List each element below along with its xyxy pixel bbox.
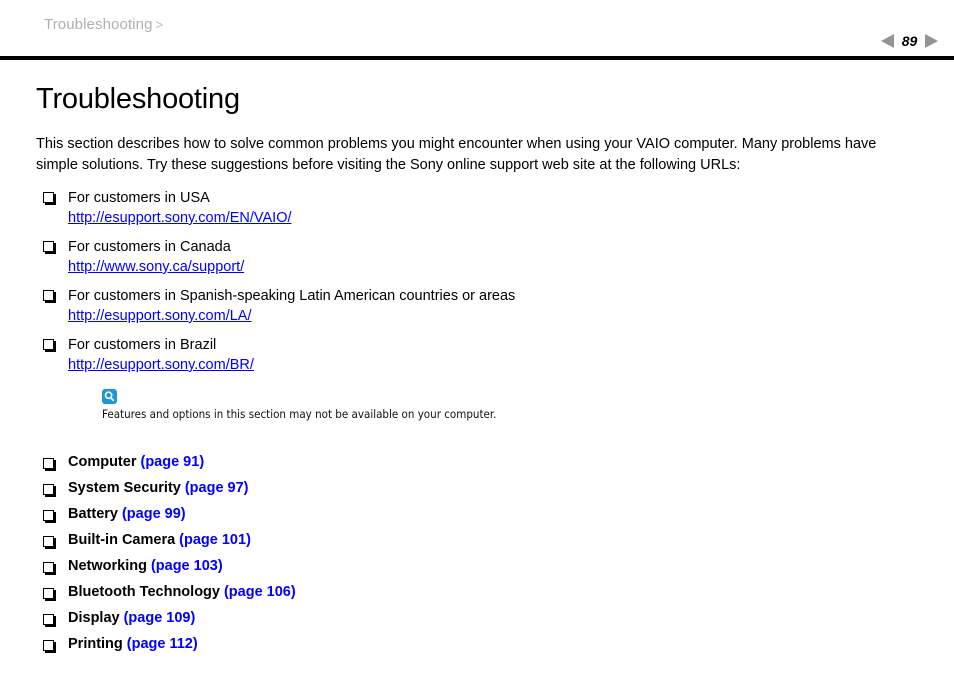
hollow-square-bullet-icon (43, 240, 54, 252)
hollow-square-bullet-icon (43, 483, 54, 495)
troubleshooting-topics-list: Computer (page 91) System Security (page 9… (36, 453, 926, 654)
topic-label: Battery (68, 505, 118, 522)
page-navigation: 89 (881, 33, 938, 49)
support-region-label: For customers in Brazil (68, 336, 217, 353)
list-item: System Security (page 97) (36, 479, 926, 498)
topic-page-link[interactable]: (page 109) (124, 610, 196, 626)
hollow-square-bullet-icon (43, 191, 54, 203)
hollow-square-bullet-icon (43, 587, 54, 599)
topic-page-link[interactable]: (page 106) (224, 584, 296, 600)
support-region-label: For customers in Canada (68, 238, 231, 255)
support-region-label: For customers in Spanish-speaking Latin … (68, 287, 516, 304)
topic-label: Bluetooth Technology (68, 583, 220, 600)
page-title: Troubleshooting (36, 83, 240, 115)
list-item: Display (page 109) (36, 609, 926, 628)
hollow-square-bullet-icon (43, 613, 54, 625)
list-item: Built-in Camera (page 101) (36, 531, 926, 550)
hollow-square-bullet-icon (43, 561, 54, 573)
magnifier-note-icon (102, 388, 117, 404)
intro-paragraph: This section describes how to solve comm… (36, 135, 877, 173)
hollow-square-bullet-icon (43, 338, 54, 350)
list-item: Networking (page 103) (36, 557, 926, 576)
hollow-square-bullet-icon (43, 289, 54, 301)
note-text: Features and options in this section may… (102, 406, 497, 421)
topic-label: Built-in Camera (68, 531, 176, 548)
list-item: For customers in USA http://esupport.son… (36, 188, 926, 228)
topic-label: Display (68, 609, 120, 626)
topic-label: Printing (68, 635, 123, 652)
triangle-left-icon[interactable] (881, 34, 894, 48)
breadcrumb-label[interactable]: Troubleshooting (44, 16, 153, 33)
topic-label: Computer (68, 453, 137, 470)
topic-page-link[interactable]: (page 103) (151, 558, 223, 574)
breadcrumb-separator: > (155, 17, 164, 32)
list-item: Bluetooth Technology (page 106) (36, 583, 926, 602)
topic-label: Networking (68, 557, 147, 574)
topic-page-link[interactable]: (page 97) (185, 480, 249, 496)
page-number: 89 (901, 33, 918, 49)
list-item: For customers in Brazil http://esupport.… (36, 335, 926, 375)
topic-page-link[interactable]: (page 91) (140, 454, 204, 470)
list-item: Printing (page 112) (36, 635, 926, 654)
topic-page-link[interactable]: (page 101) (179, 532, 251, 548)
breadcrumb: Troubleshooting > (44, 16, 163, 33)
hollow-square-bullet-icon (43, 535, 54, 547)
list-item: For customers in Spanish-speaking Latin … (36, 286, 926, 326)
page-content: Troubleshooting This section describes h… (36, 83, 926, 661)
support-url-link[interactable]: http://esupport.sony.com/EN/VAIO/ (68, 208, 292, 228)
note-block: Features and options in this section may… (36, 388, 926, 423)
hollow-square-bullet-icon (43, 457, 54, 469)
triangle-right-icon[interactable] (925, 34, 938, 48)
page-header: Troubleshooting > 89 (0, 0, 954, 60)
list-item: Computer (page 91) (36, 453, 926, 472)
support-url-link[interactable]: http://esupport.sony.com/BR/ (68, 355, 254, 375)
support-links-list: For customers in USA http://esupport.son… (36, 188, 926, 375)
list-item: For customers in Canada http://www.sony.… (36, 237, 926, 277)
hollow-square-bullet-icon (43, 639, 54, 651)
hollow-square-bullet-icon (43, 509, 54, 521)
list-item: Battery (page 99) (36, 505, 926, 524)
topic-label: System Security (68, 479, 181, 496)
header-divider (0, 56, 954, 60)
support-region-label: For customers in USA (68, 189, 210, 206)
topic-page-link[interactable]: (page 112) (127, 636, 198, 652)
topic-page-link[interactable]: (page 99) (122, 506, 186, 522)
support-url-link[interactable]: http://www.sony.ca/support/ (68, 257, 244, 277)
support-url-link[interactable]: http://esupport.sony.com/LA/ (68, 306, 252, 326)
